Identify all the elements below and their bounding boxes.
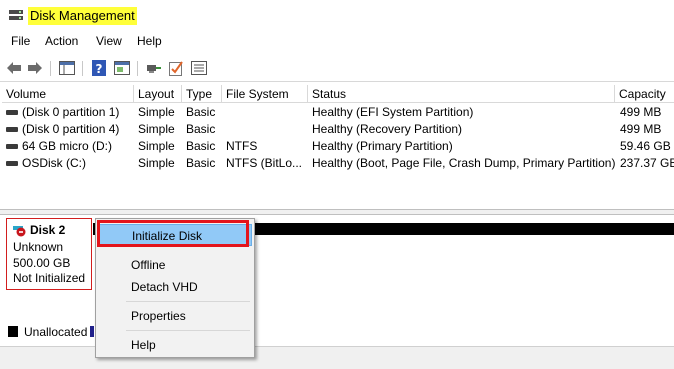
title-bar: Disk Management [0, 0, 674, 30]
cell-status: Healthy (Primary Partition) [312, 139, 453, 153]
cell-volume: (Disk 0 partition 1) [22, 105, 120, 119]
disk-size: 500.00 GB [13, 256, 71, 270]
menu-detach-vhd[interactable]: Detach VHD [98, 276, 252, 298]
cell-type: Basic [186, 105, 216, 119]
table-row[interactable]: (Disk 0 partition 1) Simple Basic Health… [2, 104, 674, 121]
forward-arrow-icon[interactable] [26, 59, 44, 77]
toolbar: ? [0, 55, 674, 82]
cell-file-system: NTFS (BitLo... [226, 156, 303, 170]
cell-capacity: 499 MB [620, 122, 662, 136]
cell-layout: Simple [138, 156, 175, 170]
disk-kind: Unknown [13, 240, 64, 254]
menu-bar: File Action View Help [0, 31, 674, 53]
cell-type: Basic [186, 139, 216, 153]
drive-icon [6, 127, 18, 132]
cell-file-system [226, 104, 308, 121]
cell-capacity: 499 MB [620, 105, 662, 119]
disk-management-icon [9, 10, 23, 20]
drive-icon [6, 161, 18, 166]
list-icon[interactable] [190, 59, 208, 77]
drive-icon [6, 144, 18, 149]
legend-unallocated: Unallocated [24, 325, 88, 339]
cell-capacity: 59.46 GB [620, 139, 671, 153]
connect-icon[interactable] [145, 59, 163, 77]
svg-text:?: ? [96, 62, 103, 76]
back-arrow-icon[interactable] [5, 59, 23, 77]
menu-separator [126, 330, 250, 331]
column-header-file-system[interactable]: File System [222, 85, 308, 103]
toolbar-separator [50, 61, 51, 76]
table-row[interactable]: (Disk 0 partition 4) Simple Basic Health… [2, 121, 674, 138]
unallocated-swatch [8, 326, 18, 337]
table-row[interactable]: OSDisk (C:) Simple Basic NTFS (BitLo... … [2, 155, 674, 172]
console-tree-icon[interactable] [58, 59, 76, 77]
menu-help-item[interactable]: Help [98, 334, 252, 356]
cell-capacity: 237.37 GB [620, 156, 674, 170]
menu-initialize-disk[interactable]: Initialize Disk [98, 224, 252, 246]
volume-list: Volume Layout Type File System Status Ca… [2, 85, 674, 207]
menu-separator [126, 301, 250, 302]
column-header-type[interactable]: Type [182, 85, 222, 103]
cell-volume: (Disk 0 partition 4) [22, 122, 120, 136]
cell-volume: OSDisk (C:) [22, 156, 86, 170]
window-title: Disk Management [28, 7, 137, 25]
column-header-capacity[interactable]: Capacity [615, 85, 674, 103]
menu-file[interactable]: File [11, 34, 30, 48]
cell-status: Healthy (Recovery Partition) [312, 122, 463, 136]
cell-layout: Simple [138, 122, 175, 136]
disk-state: Not Initialized [13, 271, 86, 285]
check-icon[interactable] [167, 59, 185, 77]
help-icon[interactable]: ? [90, 59, 108, 77]
column-header-volume[interactable]: Volume [2, 85, 134, 103]
drive-icon [6, 110, 18, 115]
primary-partition-swatch [90, 326, 94, 337]
cell-file-system: NTFS [226, 139, 258, 153]
cell-type: Basic [186, 122, 216, 136]
menu-help[interactable]: Help [137, 34, 162, 48]
cell-layout: Simple [138, 105, 175, 119]
table-row[interactable]: 64 GB micro (D:) Simple Basic NTFS Healt… [2, 138, 674, 155]
cell-file-system [226, 121, 308, 138]
disk-error-icon [13, 226, 26, 237]
cell-layout: Simple [138, 139, 175, 153]
toolbar-separator [137, 61, 138, 76]
disk-name: Disk 2 [30, 223, 66, 237]
context-menu: Initialize Disk Offline Detach VHD Prope… [95, 218, 255, 358]
cell-type: Basic [186, 156, 216, 170]
column-header-layout[interactable]: Layout [134, 85, 182, 103]
menu-view[interactable]: View [96, 34, 122, 48]
column-header-status[interactable]: Status [308, 85, 615, 103]
menu-action[interactable]: Action [45, 34, 78, 48]
properties-pane-icon[interactable] [113, 59, 131, 77]
disk-label-box[interactable]: Disk 2 Unknown 500.00 GB Not Initialized [6, 218, 92, 290]
toolbar-separator [82, 61, 83, 76]
menu-offline[interactable]: Offline [98, 254, 252, 276]
cell-volume: 64 GB micro (D:) [22, 139, 113, 153]
menu-properties[interactable]: Properties [98, 305, 252, 327]
cell-status: Healthy (Boot, Page File, Crash Dump, Pr… [312, 156, 615, 170]
cell-status: Healthy (EFI System Partition) [312, 105, 474, 119]
